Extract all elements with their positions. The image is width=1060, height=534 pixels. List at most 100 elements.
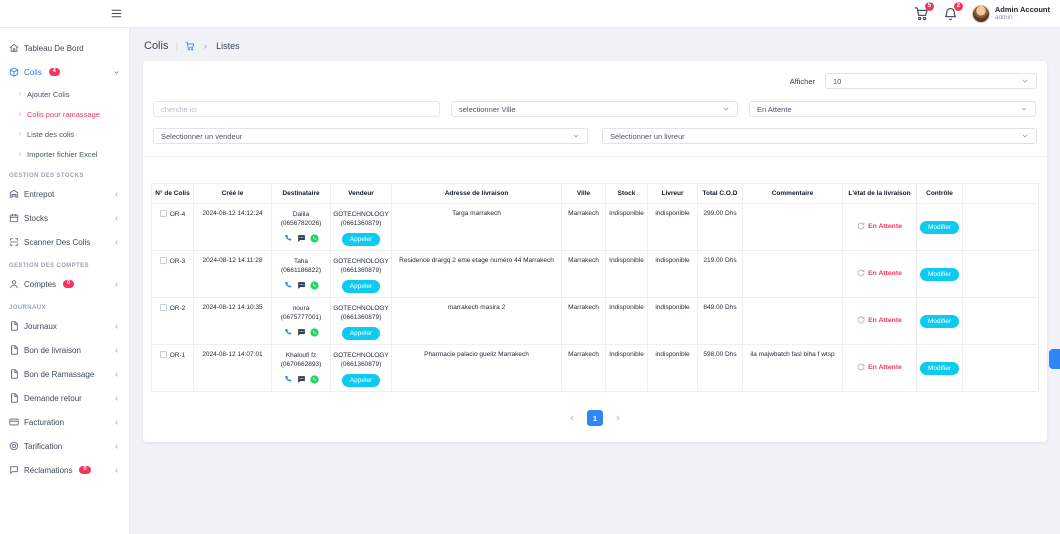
row-checkbox[interactable]: [160, 351, 167, 358]
sidebar-item-comptes[interactable]: Comptes0: [0, 272, 129, 296]
chevron-left-icon: [113, 323, 120, 330]
stock-cell: Indisponible: [606, 345, 648, 392]
colis-id-cell: OR-4: [152, 204, 194, 251]
sidebar-item-stocks[interactable]: Stocks: [0, 206, 129, 230]
main-content: Colis | Listes Afficher 10 selectionner …: [130, 28, 1060, 534]
edit-button[interactable]: Modifier: [920, 268, 959, 281]
sidebar-subitem-liste-des-colis[interactable]: Liste des colis: [0, 124, 129, 144]
status-label: En Attente: [868, 270, 902, 277]
row-checkbox[interactable]: [160, 210, 167, 217]
recipient-name: noura: [274, 304, 328, 313]
sidebar-item-label: Tarification: [24, 442, 62, 451]
cart-button[interactable]: 5: [914, 6, 929, 21]
whatsapp-icon[interactable]: [310, 281, 319, 290]
row-checkbox[interactable]: [160, 304, 167, 311]
notifications-button[interactable]: 2: [943, 6, 958, 21]
sidebar-item-demande-retour[interactable]: Demande retour: [0, 386, 129, 410]
phone-icon[interactable]: [284, 234, 293, 243]
side-panel-toggle[interactable]: [1049, 349, 1060, 369]
sidebar-item-label: Scanner Des Colis: [24, 238, 90, 247]
call-button[interactable]: Appeler: [342, 374, 380, 387]
colis-id: OR-4: [170, 211, 186, 218]
count-badge: 0: [63, 280, 74, 289]
table-body: OR-4 2024-08-12 14:12:24 Dalila (0656782…: [152, 204, 1039, 392]
sidebar-subitem-importer-fichier-excel[interactable]: Importer fichier Excel: [0, 144, 129, 164]
sidebar-item-bon-de-ramassage[interactable]: Bon de Ramassage: [0, 362, 129, 386]
chevron-right-icon: [202, 43, 209, 50]
vendor-name: GOTECHNOLOGY: [333, 304, 389, 313]
status-label: En Attente: [868, 317, 902, 324]
status-badge: En Attente: [857, 363, 902, 371]
stock-cell: Indisponible: [606, 251, 648, 298]
call-button[interactable]: Appeler: [342, 327, 380, 340]
column-header-commentaire: Commentaire: [743, 184, 843, 204]
call-button[interactable]: Appeler: [342, 280, 380, 293]
topbar-actions: 5 2 Admin Account admin: [914, 5, 1050, 23]
vendor-phone: (0661360879): [333, 266, 389, 275]
courier-select[interactable]: Sélectionner un livreur: [602, 128, 1037, 144]
control-cell: Modifier: [917, 251, 963, 298]
recipient-phone: (0675777001): [274, 313, 328, 322]
sidebar-section-title: GESTION DES STOCKS: [0, 164, 129, 182]
sidebar-item-label: Demande retour: [24, 394, 82, 403]
row-checkbox[interactable]: [160, 257, 167, 264]
pagination-next[interactable]: [610, 410, 626, 426]
status-select[interactable]: En Attente: [749, 101, 1036, 117]
edit-button[interactable]: Modifier: [920, 221, 959, 234]
sidebar-item-scanner-des-colis[interactable]: Scanner Des Colis: [0, 230, 129, 254]
breadcrumb-current[interactable]: Listes: [216, 41, 240, 51]
colis-id: OR-1: [170, 352, 186, 359]
edit-button[interactable]: Modifier: [920, 315, 959, 328]
sidebar-subitem-ajouter-colis[interactable]: Ajouter Colis: [0, 84, 129, 104]
edit-button[interactable]: Modifier: [920, 362, 959, 375]
contact-actions: [274, 234, 328, 243]
phone-icon[interactable]: [284, 375, 293, 384]
sidebar-item-label: Réclamations: [24, 466, 72, 475]
sidebar-item-colis[interactable]: Colis4: [0, 60, 129, 84]
pagination-page-1[interactable]: 1: [587, 410, 603, 426]
sidebar-item-tableau-de-bord[interactable]: Tableau De Bord: [0, 36, 129, 60]
sidebar-item-journaux[interactable]: Journaux: [0, 314, 129, 338]
created-at-cell: 2024-08-12 14:11:28: [194, 251, 272, 298]
whatsapp-icon[interactable]: [310, 375, 319, 384]
sidebar-item-reclamations[interactable]: Réclamations 0: [0, 458, 129, 482]
sms-icon[interactable]: [297, 234, 306, 243]
chevron-down-icon: [1021, 132, 1029, 140]
chevron-down-icon: [1021, 77, 1029, 85]
sidebar-item-entrepot[interactable]: Entrepot: [0, 182, 129, 206]
comment-cell: ila majwbatch fasl biha f wtsp: [743, 345, 843, 392]
sidebar-item-label: Entrepot: [24, 190, 54, 199]
page-size-select[interactable]: 10: [825, 73, 1037, 89]
phone-icon[interactable]: [284, 328, 293, 337]
sms-icon[interactable]: [297, 281, 306, 290]
created-at-cell: 2024-08-12 14:07:01: [194, 345, 272, 392]
refresh-icon: [857, 316, 865, 324]
sms-icon[interactable]: [297, 328, 306, 337]
sidebar-item-bon-de-livraison[interactable]: Bon de livraison: [0, 338, 129, 362]
count-badge: 0: [79, 466, 90, 475]
control-cell: Modifier: [917, 298, 963, 345]
total-cod-cell: 299.00 Dhs: [698, 204, 743, 251]
recipient-cell: Dalila (0656782026): [272, 204, 331, 251]
menu-toggle-icon[interactable]: [110, 7, 123, 20]
user-menu[interactable]: Admin Account admin: [972, 5, 1050, 23]
whatsapp-icon[interactable]: [310, 328, 319, 337]
calendar-icon: [9, 213, 19, 223]
control-cell: Modifier: [917, 345, 963, 392]
whatsapp-icon[interactable]: [310, 234, 319, 243]
call-button[interactable]: Appeler: [342, 233, 380, 246]
sidebar-subitem-colis-pour-ramassage[interactable]: Colis pour ramassage: [0, 104, 129, 124]
vendor-select[interactable]: Selectionner un vendeur: [153, 128, 588, 144]
pagination-prev[interactable]: [564, 410, 580, 426]
vendor-name: GOTECHNOLOGY: [333, 210, 389, 219]
search-input[interactable]: [153, 101, 440, 117]
phone-icon[interactable]: [284, 281, 293, 290]
sidebar-item-label: Colis: [24, 68, 42, 77]
sidebar-item-facturation[interactable]: Facturation: [0, 410, 129, 434]
sms-icon[interactable]: [297, 375, 306, 384]
vendor-name: GOTECHNOLOGY: [333, 257, 389, 266]
created-at-cell: 2024-08-12 14:10:35: [194, 298, 272, 345]
sidebar-item-tarification[interactable]: Tarification: [0, 434, 129, 458]
city-select[interactable]: selectionner Ville: [451, 101, 738, 117]
table-row: OR-4 2024-08-12 14:12:24 Dalila (0656782…: [152, 204, 1039, 251]
